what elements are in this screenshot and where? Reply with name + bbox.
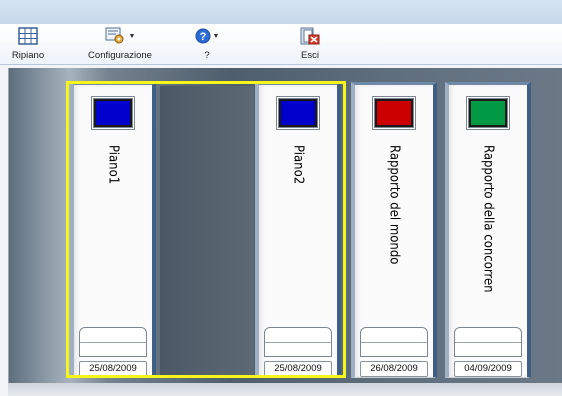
binder-color-swatch (277, 97, 319, 129)
chevron-down-icon: ▼ (212, 32, 220, 40)
toolbar: Ripiano ▼ Configurazione ? ▼ ? Esci (0, 24, 562, 65)
svg-text:?: ? (199, 31, 206, 43)
shelf-gap (160, 86, 254, 375)
binder-date: 04/09/2009 (454, 361, 522, 377)
esci-label: Esci (301, 50, 319, 61)
help-label: ? (204, 50, 210, 61)
help-icon: ? ▼ (195, 26, 220, 46)
binder-piano1[interactable]: Piano1 25/08/2009 (70, 82, 156, 378)
help-button[interactable]: ? ▼ ? (192, 24, 222, 64)
binder-date: 25/08/2009 (79, 361, 147, 377)
binder-piano2[interactable]: Piano2 25/08/2009 (255, 82, 341, 378)
esci-button[interactable]: Esci (292, 24, 328, 64)
shelf-floor (8, 383, 562, 396)
binder-label-slot (79, 327, 147, 357)
binder-color-swatch (92, 97, 134, 129)
binder-label-slot (454, 327, 522, 357)
settings-icon: ▼ (105, 26, 136, 46)
binder-color-swatch (467, 97, 509, 129)
binder-date: 26/08/2009 (360, 361, 428, 377)
binder-title: Piano1 (105, 145, 121, 185)
binder-date: 25/08/2009 (264, 361, 332, 377)
title-strip (0, 0, 562, 24)
grid-icon (18, 26, 38, 46)
binder-rapporto-del-mondo[interactable]: Rapporto del mondo 26/08/2009 (351, 82, 437, 378)
binder-label-slot (360, 327, 428, 357)
binder-title: Rapporto del mondo (386, 145, 402, 265)
configurazione-button[interactable]: ▼ Configurazione (74, 24, 166, 64)
exit-icon (299, 26, 321, 46)
ripiano-button[interactable]: Ripiano (0, 24, 56, 64)
binder-rapporto-della-concorren[interactable]: Rapporto della concorren 04/09/2009 (445, 82, 531, 378)
binder-color-swatch (373, 97, 415, 129)
chevron-down-icon: ▼ (128, 32, 136, 40)
binder-title: Piano2 (290, 145, 306, 185)
binder-title: Rapporto della concorren (480, 145, 496, 293)
configurazione-label: Configurazione (88, 50, 152, 61)
binder-label-slot (264, 327, 332, 357)
ripiano-label: Ripiano (11, 50, 45, 61)
